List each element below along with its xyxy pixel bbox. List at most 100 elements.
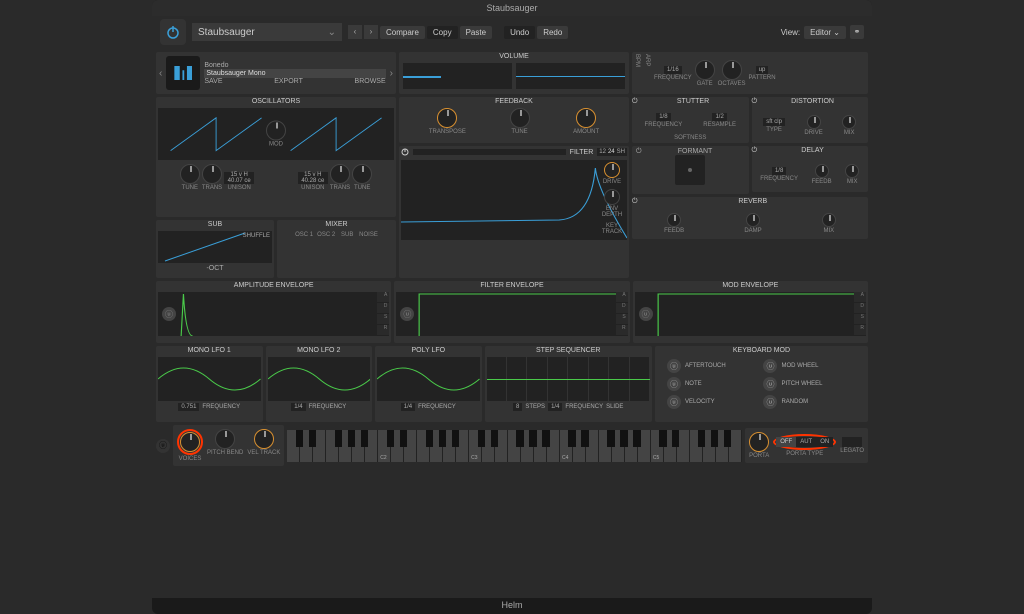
preset-dropdown[interactable]: Staubsauger ⌄ [192, 23, 342, 41]
preset-name-field[interactable]: Staubsauger Mono [206, 70, 265, 77]
stutter-freq[interactable]: 1/8 [656, 113, 670, 121]
mod-source-icon[interactable]: ⓤ [162, 307, 176, 321]
legato-toggle[interactable] [842, 437, 862, 447]
osc2-tune[interactable] [352, 164, 372, 184]
stutter-softness[interactable]: SOFTNESS [632, 135, 749, 143]
link-icon[interactable]: ⚭ [850, 25, 864, 39]
view-dropdown[interactable]: Editor ⌄ [804, 26, 846, 39]
compare-button[interactable]: Compare [380, 26, 425, 39]
step-slide[interactable]: SLIDE [606, 404, 623, 410]
mod-source-icon[interactable]: ⓤ [639, 307, 653, 321]
mod-source-icon[interactable]: ⓤ [400, 307, 414, 321]
osc1-tune[interactable] [180, 164, 200, 184]
porta-type-toggle[interactable]: OFF AUT ON [776, 437, 833, 447]
bpm-label: BPM [632, 52, 642, 94]
lfo1-graph[interactable] [158, 357, 261, 401]
reverb-damp[interactable] [746, 213, 760, 227]
kbd-note[interactable]: ⓤNOTE [667, 377, 760, 391]
arp-pattern[interactable]: up [756, 66, 769, 74]
save-button[interactable]: SAVE [204, 78, 222, 85]
amp-env-graph[interactable]: ⓤ ADSR [158, 292, 389, 336]
mixer-title: MIXER [277, 220, 396, 229]
kbd-pitchwheel[interactable]: ⓤPITCH WHEEL [763, 377, 856, 391]
reverb-feedb[interactable] [667, 213, 681, 227]
delay-feedb[interactable] [815, 164, 829, 178]
preset-name: Staubsauger [198, 27, 255, 38]
filter-keytrack[interactable]: KEY TRACK [597, 223, 627, 235]
filter-shelf[interactable]: SH [617, 149, 625, 155]
mod-env-graph[interactable]: ⓤ ADSR [635, 292, 866, 336]
fb-amount[interactable] [576, 108, 596, 128]
osc2-trans[interactable] [330, 164, 350, 184]
preset-prev[interactable]: ‹ [159, 68, 162, 79]
filter-cutoff-slider[interactable] [413, 149, 566, 155]
pitchbend-knob[interactable] [215, 429, 235, 449]
porta-knob[interactable] [749, 432, 769, 452]
virtual-keyboard[interactable]: C2 C3 C4 C5 [287, 430, 742, 462]
filter-drive[interactable] [604, 162, 620, 178]
formant-xy-pad[interactable] [675, 155, 705, 185]
distortion-panel: ⏻DISTORTION sft clpTYPE DRIVE MIX [752, 97, 869, 143]
copy-button[interactable]: Copy [427, 26, 458, 39]
osc-waveform-display[interactable]: MOD [158, 108, 394, 160]
delay-mix[interactable] [845, 164, 859, 178]
mod-matrix-icon[interactable]: ⓤ [156, 439, 170, 453]
lfo2-freq[interactable]: 1/4 [291, 403, 305, 411]
mod-env-panel: MOD ENVELOPE ⓤ ADSR [633, 281, 868, 343]
redo-button[interactable]: Redo [537, 26, 568, 39]
formant-panel: ⏻FORMANT [632, 146, 749, 194]
arp-label: ARP [642, 52, 652, 94]
lfo2-graph[interactable] [268, 357, 371, 401]
lfo1-freq[interactable]: 0.751 [178, 403, 199, 411]
poly-lfo-freq[interactable]: 1/4 [401, 403, 415, 411]
reverb-mix[interactable] [822, 213, 836, 227]
osc1-detune[interactable]: 40.07 ce [224, 178, 254, 184]
filter-12[interactable]: 12 [599, 149, 606, 155]
next-preset[interactable]: › [364, 25, 378, 39]
undo-button[interactable]: Undo [504, 26, 535, 39]
volume-panel: VOLUME [399, 52, 629, 94]
preset-icon[interactable] [166, 56, 200, 90]
stutter-resample[interactable]: 1/2 [712, 113, 726, 121]
export-button[interactable]: EXPORT [274, 78, 303, 85]
dist-mix[interactable] [842, 115, 856, 129]
kbd-aftertouch[interactable]: ⓤAFTERTOUCH [667, 359, 760, 373]
filter-24[interactable]: 24 [608, 149, 615, 155]
fb-transpose[interactable] [437, 108, 457, 128]
voices-knob[interactable] [180, 432, 200, 452]
delay-panel: ⏻DELAY 1/8FREQUENCY FEEDB MIX [752, 146, 869, 192]
power-button[interactable] [160, 19, 186, 45]
veltrack-knob[interactable] [254, 429, 274, 449]
kbd-velocity[interactable]: ⓤVELOCITY [667, 395, 760, 409]
dist-type[interactable]: sft clp [763, 118, 785, 126]
filter-power-icon[interactable] [401, 148, 409, 156]
preset-next[interactable]: › [390, 68, 393, 79]
step-seq-graph[interactable] [487, 357, 650, 401]
sub-oct[interactable]: -OCT [156, 265, 274, 272]
step-rate[interactable]: 1/4 [548, 403, 562, 411]
arp-octaves-knob[interactable] [722, 60, 742, 80]
step-count[interactable]: 8 [513, 403, 522, 411]
poly-lfo-graph[interactable] [377, 357, 480, 401]
dist-drive[interactable] [807, 115, 821, 129]
osc2-detune[interactable]: 40.28 ce [298, 178, 328, 184]
paste-button[interactable]: Paste [460, 26, 492, 39]
filter-curve-display[interactable] [401, 160, 627, 240]
kbd-random[interactable]: ⓤRANDOM [763, 395, 856, 409]
browse-button[interactable]: BROWSE [355, 78, 386, 85]
preset-folder: Bonedo [204, 62, 228, 69]
sub-waveform[interactable]: SHUFFLE [158, 231, 272, 263]
fb-tune[interactable] [510, 108, 530, 128]
stutter-panel: ⏻STUTTER 1/8FREQUENCY 1/2RESAMPLE SOFTNE… [632, 97, 749, 143]
reverb-panel: ⏻REVERB FEEDB DAMP MIX [632, 197, 868, 239]
osc-mod-knob[interactable] [266, 121, 286, 141]
filter-env-graph[interactable]: ⓤ ADSR [396, 292, 627, 336]
kbd-modwheel[interactable]: ⓤMOD WHEEL [763, 359, 856, 373]
arp-gate-knob[interactable] [695, 60, 715, 80]
arp-rate[interactable]: 1/16 [664, 66, 682, 74]
filter-env-depth[interactable] [604, 189, 620, 205]
prev-preset[interactable]: ‹ [348, 25, 362, 39]
delay-freq[interactable]: 1/8 [772, 167, 786, 175]
osc1-trans[interactable] [202, 164, 222, 184]
volume-slider[interactable] [403, 63, 512, 89]
